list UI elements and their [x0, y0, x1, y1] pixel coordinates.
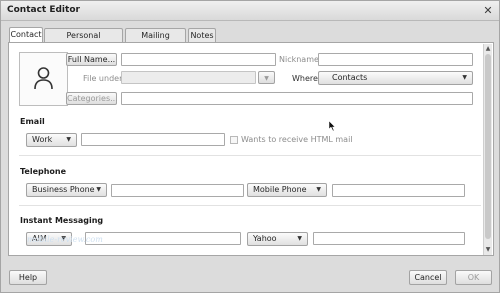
html-mail-label: Wants to receive HTML mail — [241, 135, 353, 144]
email-type-select[interactable]: Work ▼ — [26, 133, 77, 147]
tab-mailing-address[interactable]: Mailing Address — [125, 28, 186, 53]
phone2-field[interactable] — [332, 184, 465, 197]
phone2-type-value: Mobile Phone — [253, 185, 307, 194]
categories-button: Categories... — [66, 92, 118, 105]
email-section-title: Email — [20, 117, 45, 126]
divider — [19, 205, 481, 206]
vertical-scrollbar[interactable]: ▲ ▼ — [483, 44, 492, 255]
im2-field[interactable] — [313, 232, 465, 245]
chevron-down-icon: ▼ — [462, 74, 467, 81]
titlebar: Contact Editor ✕ — [1, 1, 499, 21]
im1-field[interactable] — [85, 232, 241, 245]
divider — [19, 155, 481, 156]
where-label: Where: — [292, 74, 321, 83]
full-name-button[interactable]: Full Name... — [66, 53, 117, 66]
tab-notes[interactable]: Notes — [188, 28, 216, 42]
telephone-section-title: Telephone — [20, 167, 67, 176]
email-field[interactable] — [81, 133, 225, 146]
contact-panel: Full Name... Nickname: File under: ▼ Whe… — [8, 42, 494, 256]
watermark: mobile-review.com — [27, 235, 103, 244]
phone2-type-select[interactable]: Mobile Phone ▼ — [247, 183, 327, 197]
contact-photo-button[interactable] — [19, 52, 68, 106]
scroll-up-icon[interactable]: ▲ — [484, 45, 492, 53]
file-under-field — [121, 71, 256, 84]
email-type-value: Work — [32, 135, 53, 144]
file-under-dropdown: ▼ — [258, 71, 275, 84]
person-icon — [34, 67, 53, 90]
nickname-label: Nickname: — [279, 55, 322, 64]
contact-editor-window: Contact Editor ✕ Contact Personal Inform… — [0, 0, 500, 293]
file-under-label: File under: — [83, 74, 125, 83]
chevron-down-icon: ▼ — [66, 136, 71, 143]
chevron-down-icon: ▼ — [96, 186, 101, 193]
ok-button: OK — [455, 270, 492, 285]
chevron-down-icon: ▼ — [264, 75, 269, 82]
scroll-thumb[interactable] — [485, 54, 491, 239]
chevron-down-icon: ▼ — [316, 186, 321, 193]
full-name-field[interactable] — [121, 53, 276, 66]
phone1-type-select[interactable]: Business Phone ▼ — [26, 183, 107, 197]
window-title: Contact Editor — [7, 5, 80, 15]
where-select[interactable]: Contacts ▼ — [318, 71, 473, 85]
im2-type-select[interactable]: Yahoo ▼ — [247, 232, 308, 246]
tab-contact[interactable]: Contact — [9, 27, 43, 42]
tab-personal-information[interactable]: Personal Information — [44, 28, 123, 53]
categories-field[interactable] — [121, 92, 473, 105]
nickname-field[interactable] — [318, 53, 473, 66]
help-button[interactable]: Help — [9, 270, 47, 285]
scroll-down-icon[interactable]: ▼ — [484, 246, 492, 254]
cancel-button[interactable]: Cancel — [409, 270, 447, 285]
chevron-down-icon: ▼ — [297, 235, 302, 242]
html-mail-checkbox[interactable] — [230, 136, 238, 144]
phone1-type-value: Business Phone — [32, 185, 95, 194]
mouse-cursor-icon — [329, 121, 336, 131]
im-section-title: Instant Messaging — [20, 216, 104, 225]
close-icon[interactable]: ✕ — [482, 5, 494, 17]
where-value: Contacts — [332, 73, 368, 82]
phone1-field[interactable] — [111, 184, 244, 197]
im2-type-value: Yahoo — [253, 234, 277, 243]
